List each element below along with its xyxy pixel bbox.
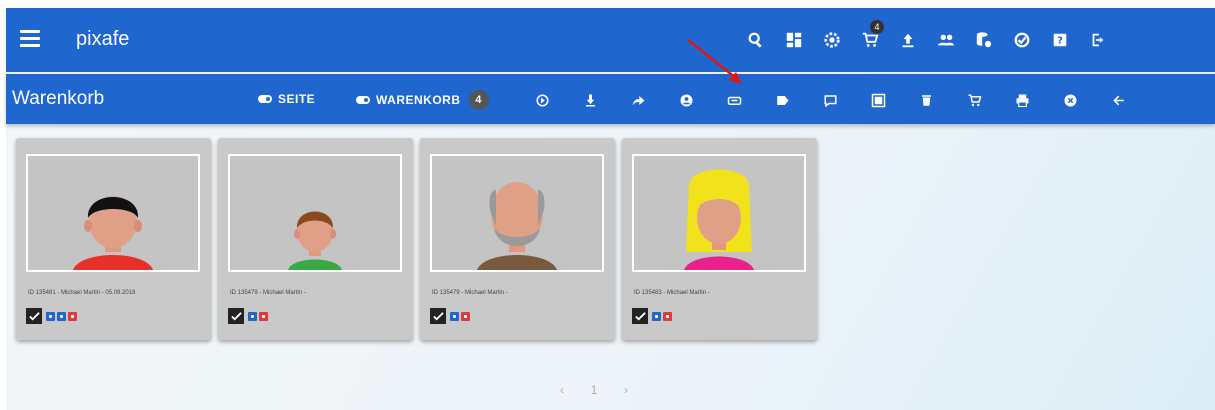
check-icon — [230, 311, 242, 321]
page-title: Warenkorb — [12, 88, 105, 109]
portrait-thumbnail[interactable] — [632, 154, 806, 272]
card-actions — [632, 308, 674, 324]
play-circle-icon[interactable] — [534, 92, 550, 108]
select-checkbox[interactable] — [632, 308, 648, 324]
label-icon[interactable] — [774, 92, 790, 108]
portrait-thumbnail[interactable] — [228, 154, 402, 272]
cart-items-grid: ID 135481 - Michael Martin - 05.09.2018 — [16, 138, 824, 340]
card-caption: ID 135483 - Michael Martin - — [634, 290, 710, 296]
portrait-image — [684, 169, 754, 270]
remove-tag-icon[interactable] — [259, 311, 268, 321]
back-arrow-icon[interactable] — [1110, 92, 1126, 108]
download-icon[interactable] — [582, 92, 598, 108]
warenkorb-label: WARENKORB — [376, 93, 461, 107]
toggle-icon — [356, 96, 370, 104]
warenkorb-button[interactable]: WARENKORB 4 — [356, 90, 489, 110]
remove-tag-icon[interactable] — [68, 311, 77, 321]
card-actions — [228, 308, 270, 324]
select-checkbox[interactable] — [228, 308, 244, 324]
card-actions — [26, 308, 79, 324]
top-app-bar: pixafe 4 ? — [6, 8, 1215, 72]
card-caption: ID 135479 - Michael Martin - — [432, 290, 508, 296]
portrait-image — [288, 211, 342, 270]
cart-item-card: ID 135479 - Michael Martin - — [420, 138, 615, 340]
svg-text:?: ? — [1057, 36, 1063, 47]
portrait-thumbnail[interactable] — [430, 154, 604, 272]
image-frame-icon[interactable] — [870, 92, 886, 108]
pagination: ‹ 1 › — [546, 376, 642, 404]
search-icon[interactable] — [746, 30, 766, 50]
seite-button[interactable]: SEITE — [258, 92, 315, 106]
help-icon[interactable]: ? — [1050, 30, 1070, 50]
top-toolbar: 4 ? — [746, 8, 1126, 72]
card-caption: ID 135479 - Michael Martin - — [230, 290, 306, 296]
portrait-thumbnail[interactable] — [26, 154, 200, 272]
cart-item-card: ID 135479 - Michael Martin - — [218, 138, 413, 340]
info-tag-icon[interactable] — [46, 311, 55, 321]
remove-tag-icon[interactable] — [663, 311, 672, 321]
settings-icon[interactable] — [822, 30, 842, 50]
remove-tag-icon[interactable] — [461, 311, 470, 321]
select-checkbox[interactable] — [26, 308, 42, 324]
app-title: pixafe — [76, 28, 130, 50]
dashboard-icon[interactable] — [784, 30, 804, 50]
check-icon — [28, 311, 40, 321]
menu-icon[interactable] — [20, 30, 40, 47]
database-settings-icon[interactable] — [974, 30, 994, 50]
page-number-button[interactable]: 1 — [578, 376, 610, 404]
info-tag-icon[interactable] — [652, 311, 661, 321]
delete-icon[interactable] — [918, 92, 934, 108]
app-window: pixafe 4 ? Warenkorb SEITE WARENKORB 4 I… — [6, 8, 1215, 410]
check-circle-icon[interactable] — [1012, 30, 1032, 50]
info-tag-icon[interactable] — [248, 311, 257, 321]
seite-label: SEITE — [278, 92, 316, 106]
warenkorb-count-badge: 4 — [468, 90, 489, 110]
card-caption: ID 135481 - Michael Martin - 05.09.2018 — [28, 290, 136, 296]
cart-icon[interactable]: 4 — [860, 20, 884, 50]
logout-icon[interactable] — [1088, 30, 1108, 50]
info-tag-icon[interactable] — [450, 311, 459, 321]
upload-icon[interactable] — [898, 30, 918, 50]
users-icon[interactable] — [936, 30, 956, 50]
cart-item-card: ID 135481 - Michael Martin - 05.09.2018 — [16, 138, 211, 340]
portrait-image — [73, 196, 153, 270]
portrait-image — [477, 182, 557, 270]
share-icon[interactable] — [630, 92, 646, 108]
cart-item-card: ID 135483 - Michael Martin - — [622, 138, 817, 340]
check-icon — [634, 311, 646, 321]
comment-icon[interactable] — [822, 92, 838, 108]
link-card-icon[interactable] — [726, 92, 742, 108]
next-page-button[interactable]: › — [610, 376, 642, 404]
edit-tag-icon[interactable] — [57, 311, 66, 321]
cancel-icon[interactable] — [1062, 92, 1078, 108]
print-icon[interactable] — [1014, 92, 1030, 108]
account-icon[interactable] — [678, 92, 694, 108]
cart-action-toolbar — [534, 88, 1158, 112]
check-icon — [432, 311, 444, 321]
toggle-icon — [258, 95, 272, 103]
remove-cart-icon[interactable] — [966, 92, 982, 108]
cart-count-badge: 4 — [870, 20, 884, 34]
card-actions — [430, 308, 472, 324]
prev-page-button[interactable]: ‹ — [546, 376, 578, 404]
select-checkbox[interactable] — [430, 308, 446, 324]
